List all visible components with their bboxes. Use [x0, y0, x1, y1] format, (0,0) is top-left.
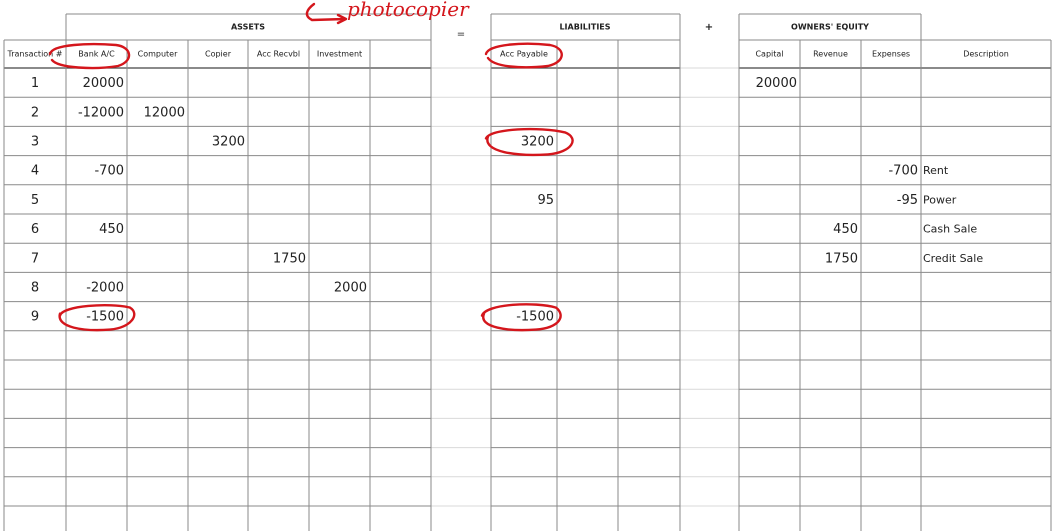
cell-computer: 12000 — [144, 105, 185, 120]
cell-bank: -1500 — [86, 310, 124, 325]
column-header-bank: Bank A/C — [78, 50, 115, 59]
cell-txn: 1 — [31, 76, 39, 91]
cell-bank: -700 — [94, 164, 124, 179]
accounting-equation-sheet: ASSETS = LIABILITIES + OWNERS' EQUITY Transac… — [3, 0, 1052, 531]
cell-description: Rent — [923, 164, 949, 177]
cell-bank: 450 — [99, 222, 124, 237]
column-header-acc-payable: Acc Payable — [500, 50, 548, 59]
column-header-revenue: Revenue — [813, 50, 848, 59]
cell-txn: 3 — [31, 135, 39, 150]
cell-txn: 7 — [31, 251, 39, 266]
table-row: 8 -2000 2000 — [31, 281, 367, 296]
column-header-investment: Investment — [317, 50, 362, 59]
cell-expenses: -95 — [897, 193, 918, 208]
column-header-copier: Copier — [205, 50, 232, 59]
table-grid — [3, 13, 1052, 531]
table-row: 7 1750 1750 Credit Sale — [31, 251, 983, 266]
cell-capital: 20000 — [756, 76, 797, 91]
column-header-capital: Capital — [755, 50, 783, 59]
cell-txn: 6 — [31, 222, 39, 237]
table-row: 2 -12000 12000 — [31, 105, 185, 120]
liabilities-header: LIABILITIES — [559, 23, 610, 32]
column-header-computer: Computer — [138, 50, 178, 59]
handwritten-note: photocopier — [347, 0, 470, 21]
cell-txn: 4 — [31, 164, 39, 179]
column-header-description: Description — [963, 50, 1009, 59]
cell-description: Cash Sale — [923, 223, 977, 236]
cell-bank: -12000 — [78, 105, 124, 120]
cell-expenses: -700 — [888, 164, 918, 179]
table-row: 3 3200 3200 — [31, 135, 554, 150]
cell-investment: 2000 — [334, 281, 367, 296]
handwritten-annotations: photocopier — [48, 0, 574, 332]
cell-acc-payable: 95 — [537, 193, 554, 208]
cell-bank: 20000 — [83, 76, 124, 91]
cell-txn: 9 — [31, 310, 39, 325]
column-header-transaction: Transaction # — [6, 50, 62, 59]
plus-sign: + — [705, 22, 713, 33]
cell-txn: 5 — [31, 193, 39, 208]
cell-acc-payable: -1500 — [516, 310, 554, 325]
cell-revenue: 450 — [833, 222, 858, 237]
table-row: 4 -700 -700 Rent — [31, 164, 949, 179]
cell-revenue: 1750 — [825, 251, 858, 266]
cell-copier: 3200 — [212, 135, 245, 150]
table-row: 1 20000 20000 — [31, 76, 797, 91]
cell-description: Power — [923, 193, 957, 206]
cell-acc-recvbl: 1750 — [273, 251, 306, 266]
table-row: 5 95 -95 Power — [31, 193, 957, 208]
equals-sign: = — [457, 29, 465, 40]
cell-description: Credit Sale — [923, 252, 983, 265]
table-row: 6 450 450 Cash Sale — [31, 222, 978, 237]
table-row: 9 -1500 -1500 — [31, 310, 554, 325]
cell-bank: -2000 — [86, 281, 124, 296]
cell-txn: 8 — [31, 281, 39, 296]
owners-equity-header: OWNERS' EQUITY — [791, 23, 869, 32]
column-header-acc-recvbl: Acc Recvbl — [257, 50, 300, 59]
assets-header: ASSETS — [231, 23, 265, 32]
arrow-mark — [305, 2, 347, 22]
column-header-expenses: Expenses — [872, 50, 910, 59]
cell-txn: 2 — [31, 105, 39, 120]
cell-acc-payable: 3200 — [521, 135, 554, 150]
